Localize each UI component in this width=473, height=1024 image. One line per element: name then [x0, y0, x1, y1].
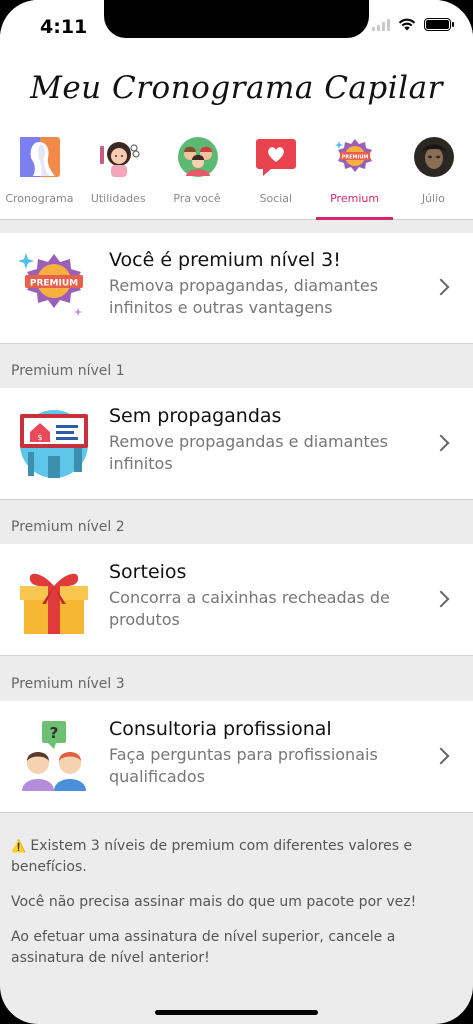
tab-cronograma[interactable]: Cronograma: [0, 134, 79, 220]
section-label: Premium nível 1: [11, 363, 125, 379]
info-note-cancel-previous: Ao efetuar uma assinatura de nível super…: [11, 929, 396, 966]
section-label: Premium nível 2: [11, 519, 125, 535]
user-avatar: [413, 137, 454, 177]
battery-icon: [424, 18, 454, 31]
tab-bar: Cronograma Utilidades Pra você Social PR…: [0, 134, 473, 220]
tab-pra-voce[interactable]: Pra você: [158, 134, 237, 220]
home-indicator[interactable]: [155, 1010, 318, 1015]
svg-text:$: $: [37, 433, 42, 442]
chevron-right-icon: [432, 278, 450, 296]
card-title: Consultoria profissional: [109, 718, 332, 740]
card-description: Remove propagandas e diamantes infinitos: [109, 432, 388, 473]
info-note-levels: ⚠️ Existem 3 níveis de premium com difer…: [11, 836, 461, 878]
chevron-right-icon: [432, 590, 450, 608]
status-bar: 4:11: [0, 0, 473, 54]
tab-julio[interactable]: Júlio: [394, 134, 473, 220]
info-text: Existem 3 níveis de premium com diferent…: [11, 838, 413, 875]
tab-label: Social: [259, 192, 293, 205]
chevron-right-icon: [432, 747, 450, 765]
card-description: Concorra a caixinhas recheadas de produt…: [109, 588, 390, 629]
tab-label: Pra você: [173, 192, 221, 205]
app-screen: 4:11 Meu Cronograma Capilar Cronograma U…: [0, 0, 473, 1024]
chevron-right-icon: [432, 434, 450, 452]
card-description: Faça perguntas para profissionais qualif…: [109, 745, 378, 786]
tab-premium[interactable]: PREMIUM Premium: [315, 134, 394, 220]
card-title: Você é premium nível 3!: [109, 249, 341, 271]
tab-utilidades[interactable]: Utilidades: [79, 134, 158, 220]
tab-label: Utilidades: [90, 192, 146, 205]
premium-status-card[interactable]: PREMIUM Você é premium nível 3! Remova p…: [0, 233, 473, 344]
hair-tools-icon: [99, 142, 140, 177]
tab-label: Cronograma: [5, 192, 74, 205]
no-ads-billboard-icon: $: [20, 410, 88, 478]
badge-text: PREMIUM: [30, 279, 78, 289]
info-note-single-package: Você não precisa assinar mais do que um …: [11, 894, 417, 910]
list-item-consultoria[interactable]: ? Consultoria profissional Faça pergunta…: [0, 701, 473, 813]
card-description: Remova propagandas, diamantes infinitos …: [109, 276, 379, 317]
cellular-signal-icon: [372, 18, 390, 31]
svg-text:?: ?: [50, 724, 59, 742]
tab-social[interactable]: Social: [236, 134, 315, 220]
status-icons: [372, 18, 454, 31]
app-header: Meu Cronograma Capilar Cronograma Utilid…: [0, 54, 473, 220]
premium-badge-icon: PREMIUM: [335, 139, 373, 172]
heart-chat-icon: [256, 139, 297, 176]
hair-profile-icon: [20, 137, 60, 177]
svg-text:PREMIUM: PREMIUM: [342, 155, 369, 161]
wifi-icon: [398, 18, 416, 31]
list-item-sorteios[interactable]: Sorteios Concorra a caixinhas recheadas …: [0, 544, 473, 656]
friends-icon: [177, 137, 218, 177]
premium-badge-icon: PREMIUM: [18, 253, 83, 316]
list-item-sem-propagandas[interactable]: $ Sem propagandas Remove propagandas e d…: [0, 388, 473, 500]
section-label: Premium nível 3: [11, 676, 125, 692]
consulting-people-icon: ?: [22, 721, 86, 791]
warning-icon: ⚠️: [11, 839, 26, 853]
gift-box-icon: [20, 573, 88, 634]
app-title: Meu Cronograma Capilar: [30, 70, 443, 106]
card-title: Sem propagandas: [109, 405, 282, 427]
status-time: 4:11: [40, 16, 88, 38]
tab-label: Júlio: [421, 192, 445, 205]
notch: [104, 0, 369, 38]
card-title: Sorteios: [109, 561, 187, 583]
tab-label: Premium: [330, 192, 380, 205]
